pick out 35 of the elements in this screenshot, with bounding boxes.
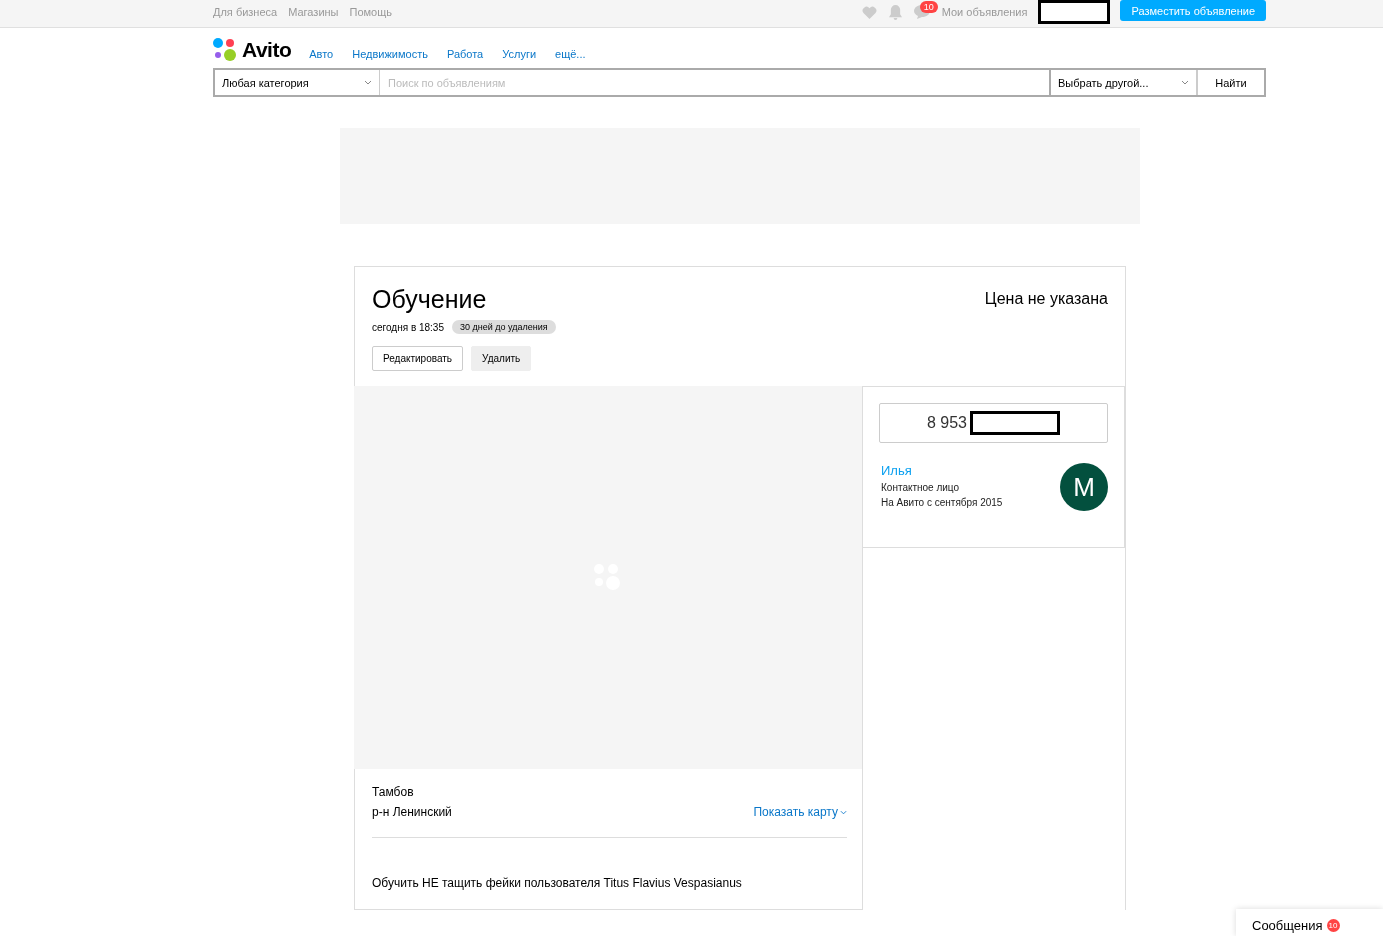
city-text: Тамбов bbox=[372, 785, 415, 799]
expiry-chip: 30 дней до удаления bbox=[452, 320, 556, 334]
top-link[interactable]: Магазины bbox=[288, 2, 339, 22]
seller-role: Контактное лицо bbox=[881, 482, 961, 493]
edit-button[interactable]: Редактировать bbox=[372, 346, 464, 371]
ad-description: Обучить НЕ тащить фейки пользователя Titus Flavius Vespasianus bbox=[372, 876, 743, 890]
logo-text[interactable]: Avito bbox=[242, 38, 292, 62]
unread-badge: 10 bbox=[919, 1, 938, 13]
seller-since: На Авито с сентября 2015 bbox=[881, 497, 1003, 508]
post-ad-button[interactable]: Разместить объявление bbox=[1120, 0, 1266, 21]
ad-price: Цена не указана bbox=[984, 290, 1108, 309]
nav-link[interactable]: Работа bbox=[446, 48, 484, 60]
seller-name[interactable]: Илья bbox=[881, 463, 1003, 478]
phone-field[interactable]: 8 953 bbox=[879, 403, 1108, 443]
nav-link[interactable]: ещё... bbox=[555, 48, 586, 60]
ad-date: сегодня в 18:35 bbox=[372, 321, 444, 333]
heart-icon[interactable] bbox=[861, 5, 877, 19]
top-link[interactable]: Для бизнеса bbox=[213, 2, 278, 22]
chevron-down-icon bbox=[840, 809, 847, 815]
nav-link[interactable]: Услуги bbox=[502, 48, 537, 60]
nav-link[interactable]: Авто bbox=[309, 48, 334, 60]
my-ads-link[interactable]: Мои объявления bbox=[941, 2, 1028, 22]
chevron-down-icon bbox=[1181, 80, 1189, 85]
show-map-link[interactable]: Показать карту bbox=[753, 805, 847, 819]
messenger-tab[interactable]: Сообщения 10 bbox=[1236, 909, 1383, 936]
chevron-down-icon bbox=[364, 80, 372, 85]
seller-avatar: M bbox=[1060, 463, 1108, 511]
ad-title: Обучение bbox=[372, 285, 488, 314]
logo-icon bbox=[213, 37, 238, 63]
nav-link[interactable]: Недвижимость bbox=[352, 48, 428, 60]
search-bar[interactable]: Любая категория Поиск по объявлениям Выбрать другой... Найти bbox=[213, 68, 1266, 97]
bell-icon[interactable] bbox=[888, 4, 902, 20]
top-link[interactable]: Помощь bbox=[349, 2, 393, 22]
district-text: р-н Ленинский bbox=[372, 805, 452, 819]
delete-button[interactable]: Удалить bbox=[471, 346, 532, 371]
